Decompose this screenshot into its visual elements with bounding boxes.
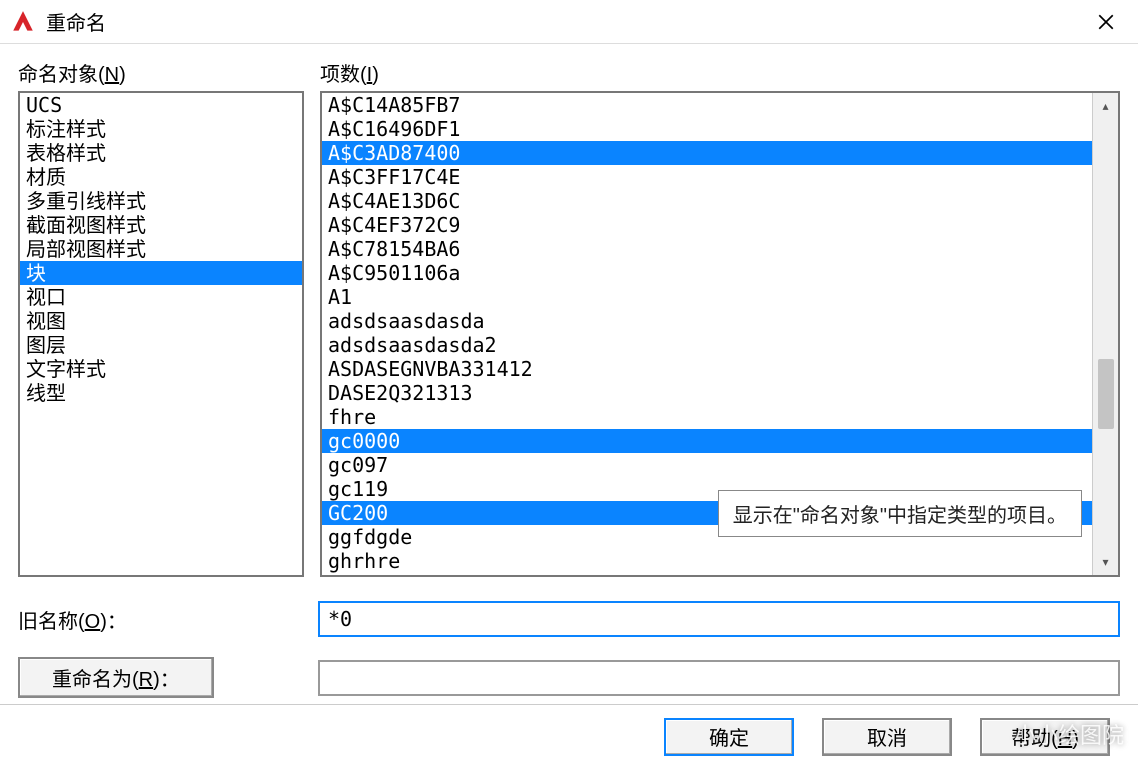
close-button[interactable] [1084, 0, 1128, 44]
list-item[interactable]: 块 [20, 261, 302, 285]
list-item[interactable]: 视口 [20, 285, 302, 309]
list-item[interactable]: adsdsaasdasda2 [322, 333, 1092, 357]
window-title: 重命名 [46, 7, 1084, 36]
old-name-input[interactable] [318, 601, 1120, 637]
list-item[interactable]: A$C3FF17C4E [322, 165, 1092, 189]
autocad-app-icon [10, 9, 36, 35]
list-item[interactable]: A$C16496DF1 [322, 117, 1092, 141]
list-item[interactable]: 图层 [20, 333, 302, 357]
list-item[interactable]: ASDASEGNVBA331412 [322, 357, 1092, 381]
scroll-down-arrow-icon[interactable]: ▾ [1093, 549, 1118, 575]
list-item[interactable]: 标注样式 [20, 117, 302, 141]
named-objects-label: 命名对象(N) [18, 58, 304, 87]
list-item[interactable]: ghrhre [322, 549, 1092, 573]
scroll-thumb[interactable] [1098, 359, 1114, 429]
list-item[interactable]: A$C4EF372C9 [322, 213, 1092, 237]
list-item[interactable]: A$C78154BA6 [322, 237, 1092, 261]
list-item[interactable]: 文字样式 [20, 357, 302, 381]
rename-to-button[interactable]: 重命名为(R)： [18, 657, 214, 698]
list-item[interactable]: 线型 [20, 381, 302, 405]
list-item[interactable]: 视图 [20, 309, 302, 333]
scroll-up-arrow-icon[interactable]: ▴ [1093, 93, 1118, 119]
list-item[interactable]: gc0000 [322, 429, 1092, 453]
list-item[interactable]: adsdsaasdasda [322, 309, 1092, 333]
list-item[interactable]: A$C14A85FB7 [322, 93, 1092, 117]
rename-to-input[interactable] [318, 660, 1120, 696]
list-item[interactable]: gc097 [322, 453, 1092, 477]
cancel-button[interactable]: 取消 [822, 718, 952, 756]
list-item[interactable]: 多重引线样式 [20, 189, 302, 213]
old-name-label: 旧名称(O)： [18, 605, 318, 634]
list-item[interactable]: A1 [322, 285, 1092, 309]
dialog-footer: 确定 取消 帮助(H) [0, 704, 1138, 768]
list-item[interactable]: DASE2Q321313 [322, 381, 1092, 405]
ok-button[interactable]: 确定 [664, 718, 794, 756]
list-item[interactable]: A$C9501106a [322, 261, 1092, 285]
named-objects-listbox[interactable]: UCS标注样式表格样式材质多重引线样式截面视图样式局部视图样式块视口视图图层文字… [18, 91, 304, 577]
list-item[interactable]: 局部视图样式 [20, 237, 302, 261]
scrollbar[interactable]: ▴ ▾ [1092, 93, 1118, 575]
list-item[interactable]: fhre [322, 405, 1092, 429]
tooltip: 显示在"命名对象"中指定类型的项目。 [718, 490, 1082, 537]
list-item[interactable]: 材质 [20, 165, 302, 189]
list-item[interactable]: A$C4AE13D6C [322, 189, 1092, 213]
list-item[interactable]: 截面视图样式 [20, 213, 302, 237]
items-label: 项数(I) [320, 58, 1120, 87]
list-item[interactable]: A$C3AD87400 [322, 141, 1092, 165]
list-item[interactable]: UCS [20, 93, 302, 117]
help-button[interactable]: 帮助(H) [980, 718, 1110, 756]
list-item[interactable]: 表格样式 [20, 141, 302, 165]
titlebar: 重命名 [0, 0, 1138, 44]
close-icon [1097, 13, 1115, 31]
